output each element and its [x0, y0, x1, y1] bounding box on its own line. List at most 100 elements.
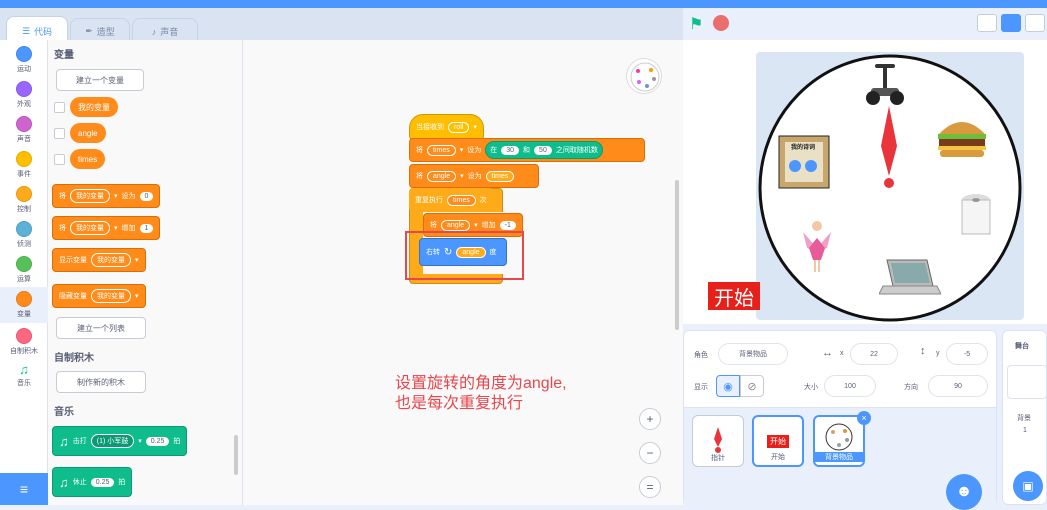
sensing-dot-icon — [16, 221, 32, 237]
dropdown-icon: ▾ — [114, 225, 118, 232]
category-variables[interactable]: 变量 — [0, 287, 48, 323]
rest-block[interactable]: ♫ 休止 0.25 拍 — [52, 467, 133, 497]
palette-scrollbar[interactable] — [234, 435, 238, 475]
music-note-icon: ♫ — [59, 433, 69, 449]
zoom-out-icon: − — [646, 446, 654, 460]
dropdown-icon: ▾ — [474, 222, 478, 229]
stage-thumbnail[interactable] — [1007, 365, 1047, 399]
fullscreen-button[interactable] — [1025, 14, 1045, 32]
start-sprite[interactable]: 开始 — [708, 282, 760, 310]
stage-header: ⚑ — [683, 8, 1047, 40]
y-arrows-icon: ↕ — [920, 345, 926, 357]
set-angle-block[interactable]: 将 angle ▾ 设为 times — [409, 164, 539, 188]
category-events[interactable]: 事件 — [0, 151, 48, 179]
variable-reporter[interactable]: times — [70, 149, 106, 169]
start-thumb-icon: 开始 — [767, 435, 789, 448]
extension-icon: ≡ — [19, 481, 29, 497]
brush-icon: ✒ — [85, 26, 93, 36]
variable-checkbox[interactable] — [54, 102, 65, 113]
direction-input[interactable]: 90 — [928, 375, 988, 397]
stage-selector[interactable]: 舞台 背景 1 ▣ — [1002, 330, 1047, 505]
green-flag-icon[interactable]: ⚑ — [689, 14, 703, 34]
hide-variable-block[interactable]: 隐藏变量 我的变量 ▾ — [52, 284, 146, 308]
change-variable-block[interactable]: 将 我的变量 ▾ 增加 1 — [52, 216, 161, 240]
laptop-icon — [879, 259, 941, 295]
make-block-button[interactable]: 制作新的积木 — [56, 371, 146, 393]
events-dot-icon — [16, 151, 32, 167]
category-sensing[interactable]: 侦测 — [0, 221, 48, 249]
variable-checkbox[interactable] — [54, 154, 65, 165]
make-variable-button[interactable]: 建立一个变量 — [56, 69, 144, 91]
sprite-thumb-pointer[interactable]: 指针 — [692, 415, 744, 467]
pointer-sprite[interactable] — [880, 106, 898, 188]
operators-dot-icon — [16, 256, 32, 272]
variable-checkbox[interactable] — [54, 128, 65, 139]
script-workspace[interactable]: 当接收到 roll ▾ 将 times ▾ 设为 在 30 和 50 之间取随机… — [243, 40, 683, 505]
sprite-thumb-items[interactable]: 背景物品 × — [813, 411, 871, 467]
dropdown-icon: ▾ — [138, 438, 142, 445]
sprite-preview-icon — [626, 58, 662, 94]
control-dot-icon — [16, 186, 32, 202]
dropdown-icon: ▾ — [473, 124, 477, 131]
category-looks[interactable]: 外观 — [0, 81, 48, 109]
random-block[interactable]: 在 30 和 50 之间取随机数 — [485, 141, 603, 159]
category-music[interactable]: ♫ 音乐 — [0, 362, 48, 388]
set-variable-block[interactable]: 将 我的变量 ▾ 设为 0 — [52, 184, 161, 208]
sprite-name-input[interactable]: 背景物品 — [718, 343, 788, 365]
dropdown-icon: ▾ — [459, 147, 464, 154]
large-stage-button[interactable] — [1001, 14, 1021, 32]
dropdown-icon: ▾ — [114, 193, 118, 200]
hamburger-icon — [938, 122, 986, 157]
highlight-box — [405, 231, 524, 280]
looks-dot-icon — [16, 81, 32, 97]
drum-block[interactable]: ♫ 击打 (1) 小军鼓 ▾ 0.25 拍 — [52, 426, 188, 456]
hide-visible-button[interactable]: ⊘ — [740, 375, 764, 397]
category-myblocks[interactable]: 自制积木 — [0, 328, 48, 356]
workspace-scrollbar[interactable] — [675, 180, 679, 330]
myblocks-heading: 自制积木 — [54, 353, 94, 364]
motion-dot-icon — [16, 46, 32, 62]
category-sound[interactable]: 声音 — [0, 116, 48, 144]
category-control[interactable]: 控制 — [0, 186, 48, 214]
sprite-thumb-start[interactable]: 开始 开始 — [752, 415, 804, 467]
wheel-thumb-icon — [825, 423, 853, 451]
show-variable-block[interactable]: 显示变量 我的变量 ▾ — [52, 248, 146, 272]
add-extension-button[interactable]: ≡ — [0, 473, 48, 505]
dropdown-icon: ▾ — [460, 173, 464, 180]
variable-reporter[interactable]: 我的变量 — [70, 97, 118, 117]
myblocks-dot-icon — [16, 328, 32, 344]
eye-slash-icon: ⊘ — [747, 380, 757, 393]
stop-icon[interactable] — [713, 15, 729, 31]
category-operators[interactable]: 运算 — [0, 256, 48, 284]
when-receive-hat-block[interactable]: 当接收到 roll ▾ — [409, 114, 484, 140]
dropdown-icon: ▾ — [135, 293, 139, 300]
y-input[interactable]: -5 — [946, 343, 988, 365]
zoom-reset-icon: = — [646, 480, 654, 494]
add-backdrop-button[interactable]: ▣ — [1013, 471, 1043, 501]
zoom-in-button[interactable]: + — [639, 408, 661, 430]
zoom-out-button[interactable]: − — [639, 442, 661, 464]
variables-heading: 变量 — [54, 50, 74, 61]
speaker-icon: ♪ — [151, 26, 157, 37]
music-note-icon: ♫ — [19, 362, 29, 377]
repeat-header: 重复执行 times 次 — [409, 188, 493, 212]
zoom-in-icon: + — [646, 412, 654, 426]
variable-reporter[interactable]: angle — [70, 123, 106, 143]
stage-canvas[interactable]: 我的诗词 开始 — [683, 40, 1047, 324]
set-times-block[interactable]: 将 times ▾ 设为 在 30 和 50 之间取随机数 — [409, 138, 645, 162]
eye-icon: ◉ — [723, 380, 733, 393]
small-stage-button[interactable] — [977, 14, 997, 32]
music-heading: 音乐 — [54, 407, 74, 418]
category-motion[interactable]: 运动 — [0, 46, 48, 74]
code-icon: ☰ — [21, 26, 31, 36]
show-visible-button[interactable]: ◉ — [716, 375, 740, 397]
category-menu: 运动 外观 声音 事件 控制 侦测 运算 变量 自制积木 ♫ 音乐 ≡ — [0, 40, 48, 505]
x-input[interactable]: 22 — [850, 343, 898, 365]
delete-sprite-button[interactable]: × — [857, 411, 871, 425]
make-list-button[interactable]: 建立一个列表 — [56, 317, 146, 339]
zoom-reset-button[interactable]: = — [639, 476, 661, 498]
menu-bar — [0, 0, 1047, 8]
editor-tabs: ☰ 代码 ✒ 造型 ♪ 声音 — [0, 8, 683, 46]
size-input[interactable]: 100 — [824, 375, 876, 397]
sound-dot-icon — [16, 116, 32, 132]
